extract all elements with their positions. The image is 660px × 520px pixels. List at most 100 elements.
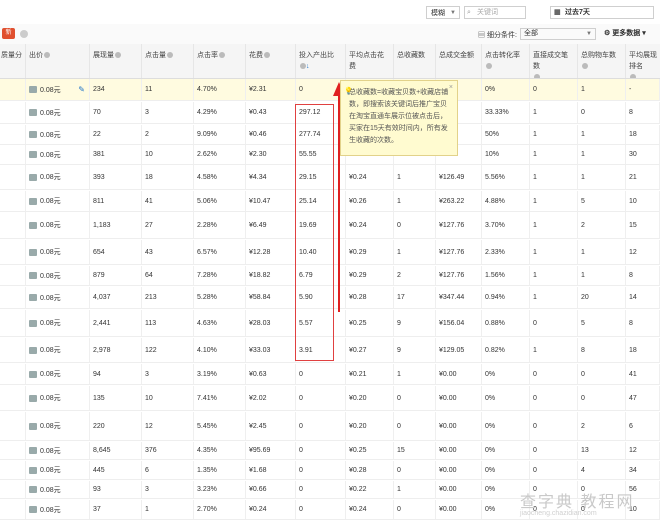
bid-tag-icon [29,370,37,378]
fav-cell: 1 [394,240,436,264]
cart-cell: 2 [578,412,626,440]
table-row[interactable]: 0.08元 393 18 4.58% ¥4.34 29.15 ¥0.24 1 ¥126.49 5.… [0,165,660,190]
bid-cell: 0.08元 [26,266,90,285]
bid-cell: 0.08元 [26,145,90,164]
bid-value[interactable]: 0.08元 [40,293,61,303]
rank-cell: 10 [626,191,660,211]
bid-value[interactable]: 0.08元 [40,421,61,431]
col-bid[interactable]: 出价 [26,44,90,78]
col-label: 出价 [29,52,43,59]
cvr-cell: 10% [482,145,530,164]
cart-cell: 0 [578,386,626,410]
rank-cell: 18 [626,125,660,144]
quality-cell [0,191,26,211]
table-row[interactable]: 0.08元 2,978 122 4.10% ¥33.03 3.91 ¥0.27 9 ¥129.0… [0,338,660,363]
bid-value[interactable]: 0.08元 [40,108,61,118]
filter-select[interactable]: 全部 ▼ [520,28,596,40]
bid-value[interactable]: 0.08元 [40,271,61,281]
cpc-cell: ¥0.24 [346,165,394,189]
table-row[interactable]: 0.08元 8,645 376 4.35% ¥95.69 0 ¥0.25 15 ¥0.00 0% 0… [0,442,660,460]
col-clicks[interactable]: 点击量 [142,44,194,78]
col-ctr[interactable]: 点击率 [194,44,246,78]
imp-cell: 8,645 [90,442,142,459]
lightbulb-icon: 💡 [344,88,353,95]
table-row[interactable]: 0.08元7034.29%¥0.43297.127633.33%108 [0,102,660,124]
cpc-cell: ¥0.24 [346,500,394,519]
keyword-search-input[interactable]: ⌕ 关键词 [464,6,526,19]
col-cvr[interactable]: 点击转化率 [482,44,530,78]
bid-tag-icon [29,294,37,301]
bid-value[interactable]: 0.08元 [40,172,61,182]
col-impressions[interactable]: 展现量 [90,44,142,78]
bid-value[interactable]: 0.08元 [40,220,61,230]
table-row[interactable]: 0.08元381102.62%¥2.3055.557610%1130 [0,145,660,165]
bid-value[interactable]: 0.08元 [40,130,61,140]
imp-cell: 654 [90,240,142,264]
close-icon[interactable]: × [449,82,453,94]
cost-cell: ¥2.45 [246,412,296,440]
table-row[interactable]: 0.08元 1,183 27 2.28% ¥6.49 19.69 ¥0.24 0 ¥127.76… [0,212,660,239]
bid-value[interactable]: 0.08元 [40,485,61,495]
rank-cell: 18 [626,338,660,362]
col-roi[interactable]: 投入产出比 ↓ [296,44,346,78]
more-data-label: 更多数据 [612,30,641,37]
favorites-tooltip: 💡 × 总收藏数=收藏宝贝数+收藏店铺数，即搜索该关键词后推广宝贝在淘宝直通车展… [340,80,458,156]
bid-value[interactable]: 0.08元 [40,369,61,379]
table-row[interactable]: 0.08元 220 12 5.45% ¥2.45 0 ¥0.20 0 ¥0.00 0% 0 2 6 [0,412,660,441]
clk-cell: 41 [142,191,194,211]
edit-pencil-icon[interactable]: ✎ [78,85,85,94]
col-favorites[interactable]: 总收藏数 [394,44,436,78]
bid-cell: 0.08元 [26,481,90,498]
ctr-cell: 4.35% [194,442,246,459]
bid-value[interactable]: 0.08元 [40,446,61,456]
match-mode-select[interactable]: 模糊 ▼ [426,6,460,19]
table-row[interactable]: 0.08元 2,441 113 4.63% ¥28.03 5.57 ¥0.25 9 ¥156.0… [0,310,660,337]
table-row[interactable]: 0.08元 ✎ 234 11 4.70% ¥2.31 0 0% 0 1- [0,79,660,101]
bid-value[interactable]: 0.08元 [40,505,61,515]
rank-cell: 21 [626,165,660,189]
table-row[interactable]: 0.08元 445 6 1.35% ¥1.68 0 ¥0.28 0 ¥0.00 0% 0 4 34 [0,461,660,480]
bid-value[interactable]: 0.08元 [40,318,61,328]
cpc-cell: ¥0.29 [346,266,394,285]
col-avg-rank[interactable]: 平均展现排名 [626,44,660,78]
bid-value[interactable]: 0.08元 [40,345,61,355]
table-row[interactable]: 0.08元 654 43 6.57% ¥12.28 10.40 ¥0.29 1 ¥127.76 2… [0,240,660,265]
bid-cell: 0.08元 [26,412,90,440]
gmv-cell: ¥0.00 [436,364,482,384]
table-row[interactable]: 0.08元 879 64 7.28% ¥18.82 6.79 ¥0.29 2 ¥127.76 1.… [0,266,660,286]
cart-cell: 20 [578,287,626,308]
cvr-cell: 2.33% [482,240,530,264]
more-data-button[interactable]: ⚙ 更多数据 ▾ [604,28,660,40]
table-row[interactable]: 0.08元 94 3 3.19% ¥0.63 0 ¥0.21 1 ¥0.00 0% 0 0 41 [0,364,660,385]
bid-cell: 0.08元 [26,500,90,519]
bid-tag-icon [29,131,37,138]
col-label: 直接成交笔数 [533,52,568,70]
col-cost[interactable]: 花费 [246,44,296,78]
fav-cell: 0 [394,500,436,519]
bid-value[interactable]: 0.08元 [40,196,61,206]
table-row[interactable]: 0.08元 811 41 5.06% ¥10.47 25.14 ¥0.26 1 ¥263.22 4… [0,191,660,212]
col-direct-orders[interactable]: 直接成交笔数 [530,44,578,78]
bid-value[interactable]: 0.08元 [40,465,61,475]
col-avg-cpc[interactable]: 平均点击花费 [346,44,394,78]
table-row[interactable]: 0.08元2229.09%¥0.46277.747650%1118 [0,125,660,145]
rank-cell: 12 [626,442,660,459]
col-quality[interactable]: 质量分 [0,44,26,78]
bid-value[interactable]: 0.08元 [40,393,61,403]
quality-cell [0,310,26,336]
new-badge[interactable]: 新 [2,28,15,39]
dir-cell: 1 [530,165,578,189]
dir-cell: 1 [530,145,578,164]
imp-cell: 70 [90,102,142,123]
bid-value[interactable]: 0.08元 [40,247,61,257]
table-row[interactable]: 0.08元 4,037 213 5.28% ¥58.84 5.90 ¥0.28 17 ¥347.… [0,287,660,309]
col-cart[interactable]: 总购物车数 [578,44,626,78]
cpc-cell: ¥0.21 [346,364,394,384]
bid-value[interactable]: 0.08元 [40,150,61,160]
col-gmv[interactable]: 总成交金额 [436,44,482,78]
date-range-select[interactable]: ▦ 过去7天 [550,6,654,19]
bid-value[interactable]: 0.08元 [40,85,61,95]
ctr-cell: 7.41% [194,386,246,410]
table-row[interactable]: 0.08元 135 10 7.41% ¥2.02 0 ¥0.20 0 ¥0.00 0% 0 0 47 [0,386,660,411]
bid-tag-icon [29,197,37,205]
